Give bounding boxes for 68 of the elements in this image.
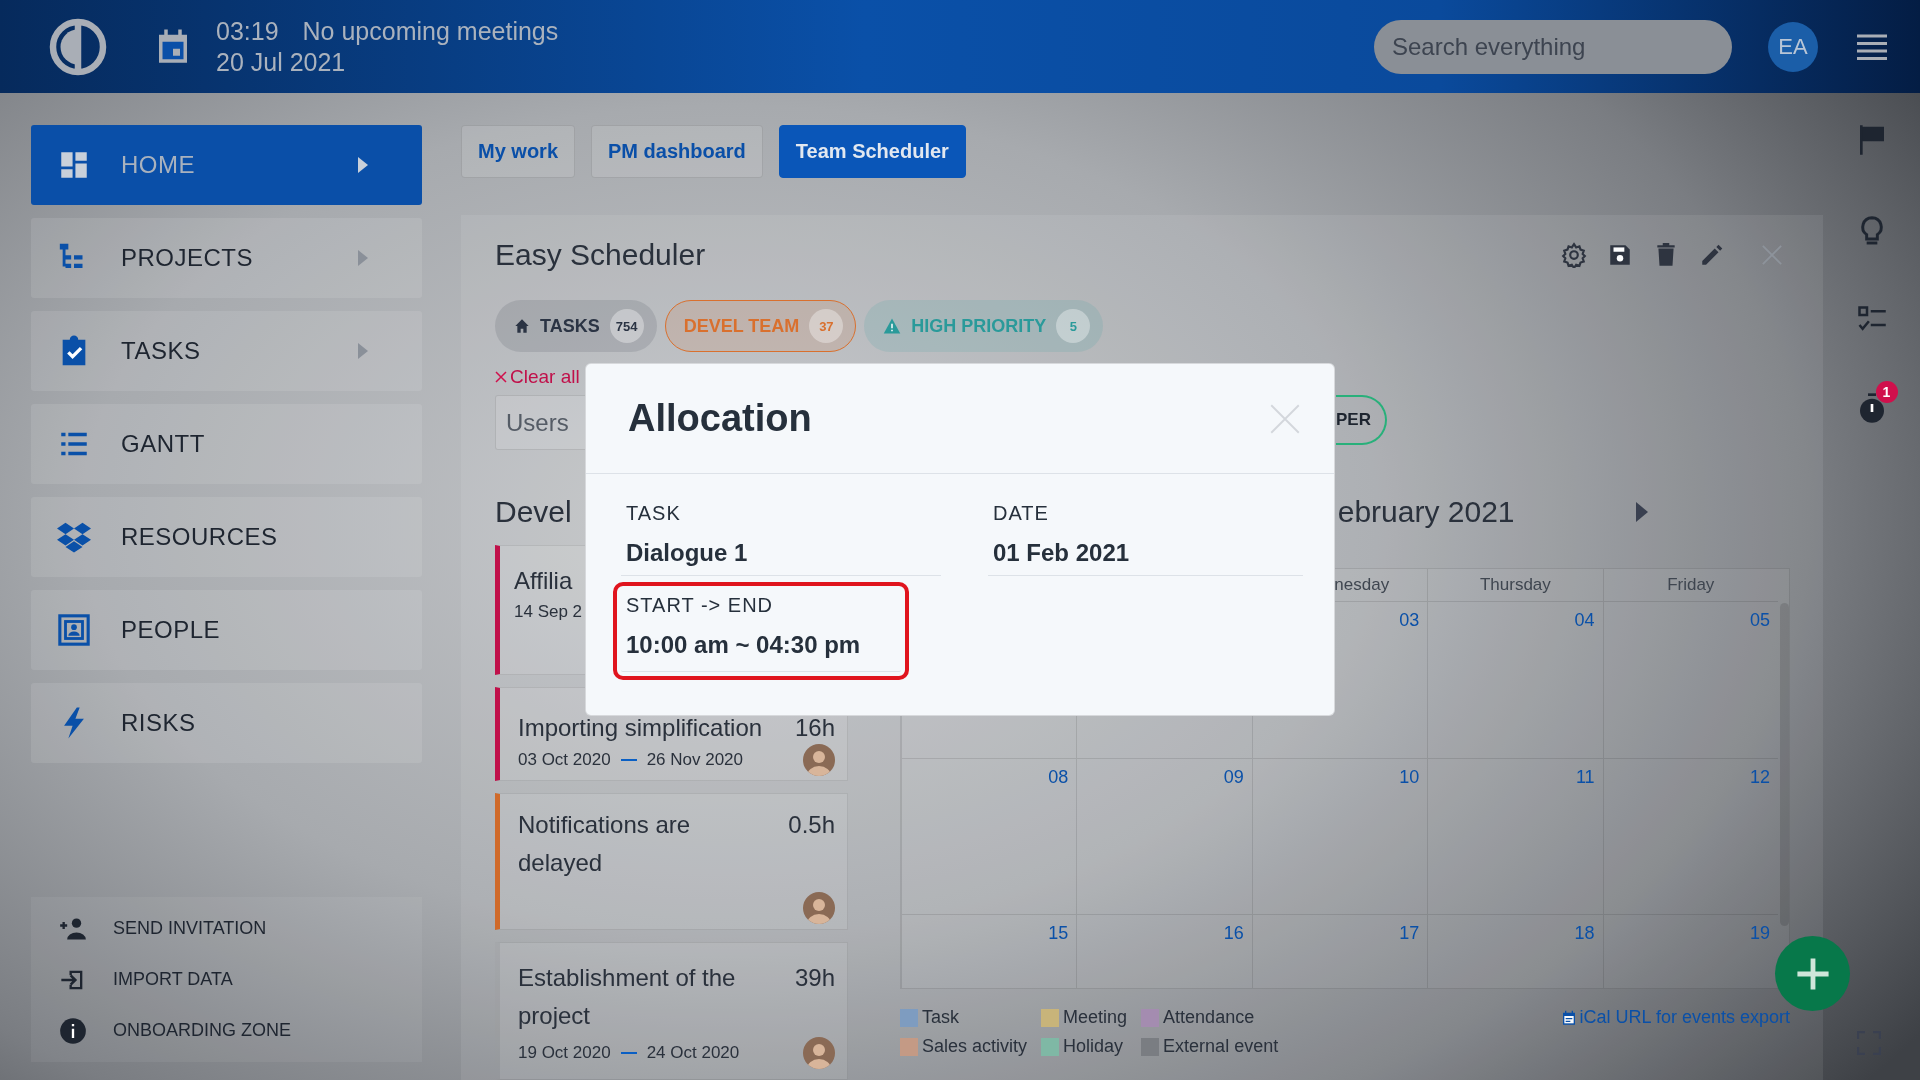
sidebar-item[interactable]: PEOPLE	[31, 590, 422, 670]
month-heading: ebruary 2021	[1337, 495, 1516, 529]
panel-title: Easy Scheduler	[495, 238, 707, 272]
field-value: Dialogue 1	[626, 539, 749, 567]
sidebar-item[interactable]: GANTT	[31, 404, 422, 484]
day-number[interactable]: 16	[1223, 923, 1244, 945]
sidebar-link[interactable]: ONBOARDING ZONE	[113, 1020, 291, 1041]
field-label: TASK	[626, 502, 682, 525]
clear-all-link[interactable]: Clear all	[510, 366, 580, 388]
task-end-date: 24 Oct 2020	[646, 1043, 740, 1063]
sidebar-link[interactable]: SEND INVITATION	[113, 918, 267, 939]
field-label: DATE	[993, 502, 1050, 525]
sidebar-item[interactable]: RISKS	[31, 683, 422, 763]
task-title: Importing simplification	[518, 713, 763, 742]
day-number[interactable]: 15	[1048, 923, 1069, 945]
sidebar-item[interactable]: HOME	[31, 125, 422, 205]
clock-time: 03:19	[216, 15, 279, 47]
legend-label: Attendance	[1163, 1007, 1255, 1028]
filter-chip[interactable]: DEVEL TEAM 37	[664, 300, 857, 352]
weekday-header: Friday	[1602, 569, 1778, 601]
field-value: 01 Feb 2021	[993, 539, 1131, 567]
sidebar-link[interactable]: IMPORT DATA	[113, 969, 233, 990]
dialog-title: Allocation	[628, 397, 813, 440]
task-title: Establishment of the project	[518, 963, 737, 1031]
day-number[interactable]: 12	[1749, 767, 1770, 789]
tab[interactable]: My work	[461, 125, 576, 178]
list-heading: Devel	[495, 495, 572, 529]
task-card[interactable]: Affilia 14 Sep 2	[495, 545, 587, 675]
day-number[interactable]: 10	[1399, 767, 1420, 789]
task-card[interactable]: Notifications are delayed 0.5h	[495, 793, 848, 930]
filter-chip[interactable]: TASKS 754	[495, 300, 657, 352]
search-field[interactable]: Search everything	[1374, 19, 1732, 74]
field-value: 10:00 am ~ 04:30 pm	[626, 631, 862, 659]
tab[interactable]: Team Scheduler	[778, 125, 966, 178]
task-start-date: 19 Oct 2020	[518, 1043, 611, 1063]
task-dates: 14 Sep 2	[514, 602, 583, 622]
day-number[interactable]: 08	[1048, 767, 1069, 789]
task-end-date: 26 Nov 2020	[646, 749, 744, 770]
field-label: START -> END	[626, 594, 775, 617]
task-title: Affilia	[514, 566, 573, 596]
user-avatar[interactable]: EA	[1768, 21, 1818, 72]
filter-chip[interactable]: HIGH PRIORITY 5	[864, 300, 1104, 352]
day-number[interactable]: 18	[1574, 923, 1595, 945]
task-hours: 16h	[794, 713, 835, 742]
sidebar-item[interactable]: RESOURCES	[31, 497, 422, 577]
notification-badge: 1	[1875, 381, 1898, 403]
task-start-date: 03 Oct 2020	[518, 749, 611, 770]
meetings-status: No upcoming meetings	[302, 15, 559, 47]
task-card[interactable]: Establishment of the project 39h 19 Oct 2020 24 Oct 2020	[495, 942, 848, 1080]
weekday-header: Thursday	[1427, 569, 1603, 601]
legend-label: Sales activity	[922, 1036, 1028, 1057]
legend-label: Holiday	[1063, 1036, 1124, 1057]
task-title: Notifications are delayed	[518, 810, 692, 878]
sidebar-item[interactable]: PROJECTS	[31, 218, 422, 298]
day-number[interactable]: 11	[1575, 767, 1595, 789]
day-number[interactable]: 03	[1399, 610, 1420, 632]
day-number[interactable]: 17	[1399, 923, 1420, 945]
current-date: 20 Jul 2021	[216, 46, 347, 78]
day-number[interactable]: 04	[1574, 610, 1595, 632]
tab[interactable]: PM dashboard	[591, 125, 763, 178]
legend-label: Task	[922, 1007, 959, 1028]
sidebar-item[interactable]: TASKS	[31, 311, 422, 391]
day-number[interactable]: 05	[1749, 610, 1770, 632]
day-number[interactable]: 09	[1223, 767, 1244, 789]
legend-label: External event	[1163, 1036, 1279, 1057]
task-hours: 39h	[794, 963, 835, 993]
task-hours: 0.5h	[788, 810, 835, 840]
legend-label: Meeting	[1063, 1007, 1128, 1028]
